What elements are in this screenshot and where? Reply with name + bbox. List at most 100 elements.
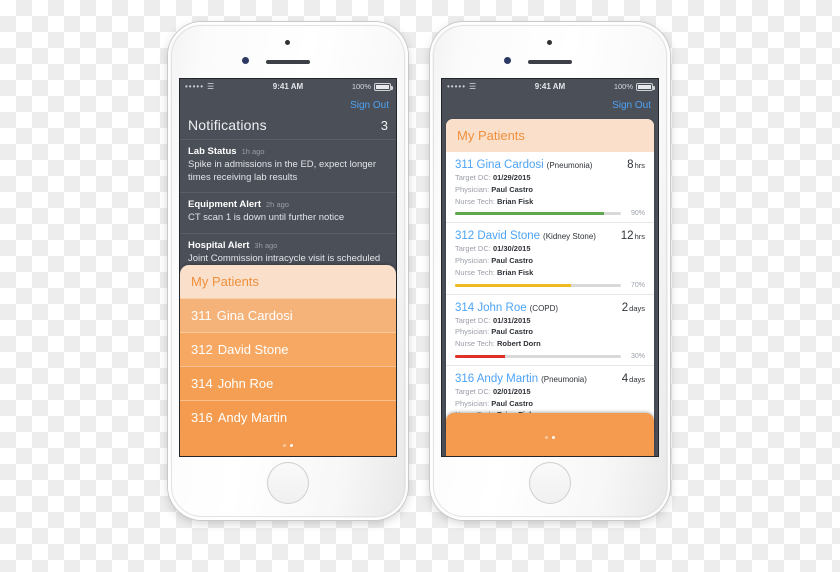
- page-indicator-right[interactable]: [543, 426, 557, 444]
- proximity-sensor-icon: [547, 40, 552, 45]
- progress-percent-label: 70%: [630, 281, 645, 289]
- notification-heading: Hospital Alert 3h ago: [188, 240, 388, 251]
- progress-percent-label: 90%: [630, 210, 645, 218]
- sign-out-button[interactable]: Sign Out: [350, 100, 389, 111]
- patient-name: John Roe: [217, 376, 274, 391]
- notification-heading: Equipment Alert 2h ago: [188, 199, 388, 210]
- nurse-tech-value: Brian Fisk: [496, 196, 534, 206]
- patient-physician: Physician: Paul Castro: [455, 185, 645, 195]
- progress-bar-fill: [455, 283, 572, 287]
- battery-percent-label: 100%: [613, 82, 633, 91]
- elapsed-unit: hrs: [634, 232, 645, 242]
- target-dc-label: Target DC:: [455, 386, 491, 396]
- patient-room-number: 312: [191, 342, 213, 357]
- patient-target-dc: Target DC: 01/31/2015: [455, 316, 645, 326]
- notification-heading: Lab Status 1h ago: [188, 146, 388, 157]
- progress-bar-fill: [455, 212, 605, 216]
- elapsed-value: 4: [621, 372, 629, 385]
- phone-left: ••••• ☰ 9:41 AM 100% Sign Out Notificati…: [168, 22, 408, 520]
- home-button[interactable]: [267, 462, 309, 504]
- patient-name: Andy Martin: [476, 372, 539, 385]
- my-patients-row[interactable]: 314 John Roe: [180, 366, 396, 400]
- my-patients-header: My Patients: [180, 265, 396, 298]
- patient-physician: Physician: Paul Castro: [455, 327, 645, 337]
- patient-name: David Stone: [217, 342, 289, 357]
- target-dc-label: Target DC:: [455, 173, 491, 182]
- page-indicator-left[interactable]: [180, 434, 396, 456]
- my-patients-row[interactable]: 312 David Stone: [180, 332, 396, 366]
- nurse-tech-value: Robert Dorn: [496, 339, 541, 348]
- target-dc-value: 01/30/2015: [492, 244, 531, 254]
- my-patients-row[interactable]: 316 Andy Martin: [180, 400, 396, 434]
- status-bar-right: ••••• ☰ 9:41 AM 100%: [442, 79, 658, 94]
- patient-name: Gina Cardosi: [476, 159, 544, 171]
- proximity-sensor-icon: [285, 40, 290, 45]
- elapsed-value: 8: [627, 159, 634, 171]
- page-dot[interactable]: [552, 436, 555, 439]
- patient-heading: 314 John Roe (COPD) 2days: [455, 302, 645, 314]
- battery-percent-label: 100%: [351, 82, 371, 91]
- notification-item[interactable]: Lab Status 1h ago Spike in admissions in t…: [180, 139, 396, 192]
- target-dc-label: Target DC:: [455, 244, 491, 254]
- nurse-tech-label: Nurse Tech:: [455, 339, 495, 348]
- notification-item[interactable]: Equipment Alert 2h ago CT scan 1 is down u…: [180, 192, 396, 233]
- physician-value: Paul Castro: [491, 256, 533, 265]
- progress-bar-fill: [455, 354, 505, 358]
- patient-row[interactable]: 314 John Roe (COPD) 2days Target DC: 01/31/…: [446, 293, 654, 365]
- patient-room-number: 311: [455, 159, 474, 171]
- physician-label: Physician:: [455, 327, 490, 337]
- bottom-action-bar[interactable]: [446, 413, 654, 456]
- patient-room-number: 311: [191, 308, 212, 323]
- patient-row[interactable]: 311 Gina Cardosi (Pneumonia) 8hrs Target DC…: [446, 152, 654, 222]
- patient-room-number: 314: [455, 301, 475, 314]
- patient-diagnosis: (Pneumonia): [546, 161, 593, 170]
- notification-timestamp: 1h ago: [241, 147, 265, 156]
- notifications-count-badge: 3: [380, 118, 388, 133]
- notification-title: Lab Status: [188, 146, 237, 157]
- screen-right: ••••• ☰ 9:41 AM 100% Sign Out My Patient…: [442, 79, 658, 456]
- patients-card-right: My Patients 311 Gina Cardosi (Pneumonia) 8…: [446, 119, 654, 436]
- patient-heading: 312 David Stone (Kidney Stone) 12hrs: [455, 230, 645, 242]
- notification-body: Spike in admissions in the ED, expect lo…: [188, 159, 376, 183]
- patient-name-link[interactable]: 316 Andy Martin: [455, 373, 538, 385]
- notifications-header: Notifications 3: [180, 115, 396, 139]
- patient-name: David Stone: [477, 230, 541, 243]
- elapsed-unit: days: [629, 303, 645, 313]
- page-dot[interactable]: [283, 444, 286, 447]
- front-camera-icon: [504, 57, 511, 64]
- patient-nurse-tech: Nurse Tech: Robert Dorn: [455, 339, 645, 349]
- page-dot[interactable]: [545, 436, 548, 439]
- screen-left: ••••• ☰ 9:41 AM 100% Sign Out Notificati…: [180, 79, 396, 456]
- patient-diagnosis: (Pneumonia): [541, 374, 587, 384]
- sign-out-row-right: Sign Out: [442, 94, 658, 115]
- home-button[interactable]: [529, 462, 571, 504]
- elapsed-value: 12: [620, 230, 634, 243]
- target-dc-label: Target DC:: [455, 315, 491, 325]
- patient-target-dc: Target DC: 02/01/2015: [455, 387, 645, 397]
- patient-name: Andy Martin: [217, 410, 288, 425]
- patient-row[interactable]: 312 David Stone (Kidney Stone) 12hrs Target…: [446, 222, 654, 293]
- nurse-tech-label: Nurse Tech:: [455, 196, 495, 206]
- physician-label: Physician:: [455, 256, 490, 265]
- page-dot[interactable]: [290, 444, 293, 447]
- my-patients-row[interactable]: 311 Gina Cardosi: [180, 298, 396, 332]
- phone-right: ••••• ☰ 9:41 AM 100% Sign Out My Patient…: [430, 22, 670, 520]
- patient-progress: 70%: [455, 282, 645, 289]
- my-patients-card-left: My Patients 311 Gina Cardosi 312 David Ston…: [180, 265, 396, 456]
- patient-name-link[interactable]: 314 John Roe: [455, 302, 527, 314]
- progress-bar-track: [455, 354, 621, 358]
- earpiece-speaker-icon: [528, 60, 572, 64]
- scene: ••••• ☰ 9:41 AM 100% Sign Out Notificati…: [0, 0, 840, 572]
- patient-name-link[interactable]: 311 Gina Cardosi: [455, 159, 544, 171]
- notification-body: CT scan 1 is down until further notice: [188, 212, 345, 224]
- status-bar-left: ••••• ☰ 9:41 AM 100%: [180, 79, 396, 94]
- notification-title: Equipment Alert: [188, 199, 262, 211]
- nurse-tech-value: Brian Fisk: [496, 267, 534, 277]
- my-patients-header: My Patients: [446, 119, 654, 152]
- patient-elapsed-time: 12hrs: [621, 230, 645, 242]
- patient-room-number: 312: [455, 230, 475, 243]
- patient-name-link[interactable]: 312 David Stone: [455, 230, 540, 242]
- battery-icon: [374, 82, 393, 91]
- notification-timestamp: 2h ago: [266, 200, 289, 210]
- sign-out-button[interactable]: Sign Out: [612, 100, 651, 111]
